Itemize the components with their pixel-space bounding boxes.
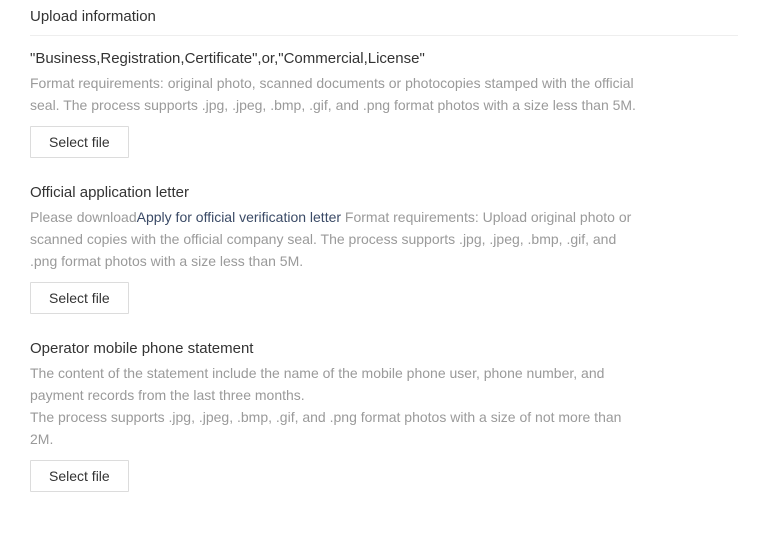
page-title: Upload information bbox=[30, 8, 738, 36]
section-title: "Business,Registration,Certificate",or,"… bbox=[30, 50, 738, 67]
select-file-button[interactable]: Select file bbox=[30, 282, 129, 314]
section-description: Please downloadApply for official verifi… bbox=[30, 207, 640, 272]
desc-line2: The process supports .jpg, .jpeg, .bmp, … bbox=[30, 409, 621, 447]
upload-section-application-letter: Official application letter Please downl… bbox=[30, 184, 738, 314]
upload-section-phone-statement: Operator mobile phone statement The cont… bbox=[30, 340, 738, 492]
section-title: Official application letter bbox=[30, 184, 738, 201]
section-description: The content of the statement include the… bbox=[30, 363, 640, 450]
desc-line1: The content of the statement include the… bbox=[30, 365, 604, 403]
desc-prefix: Please download bbox=[30, 209, 137, 225]
section-description: Format requirements: original photo, sca… bbox=[30, 73, 640, 116]
select-file-button[interactable]: Select file bbox=[30, 460, 129, 492]
download-template-link[interactable]: Apply for official verification letter bbox=[137, 209, 341, 225]
upload-section-business-cert: "Business,Registration,Certificate",or,"… bbox=[30, 50, 738, 158]
section-title: Operator mobile phone statement bbox=[30, 340, 738, 357]
select-file-button[interactable]: Select file bbox=[30, 126, 129, 158]
